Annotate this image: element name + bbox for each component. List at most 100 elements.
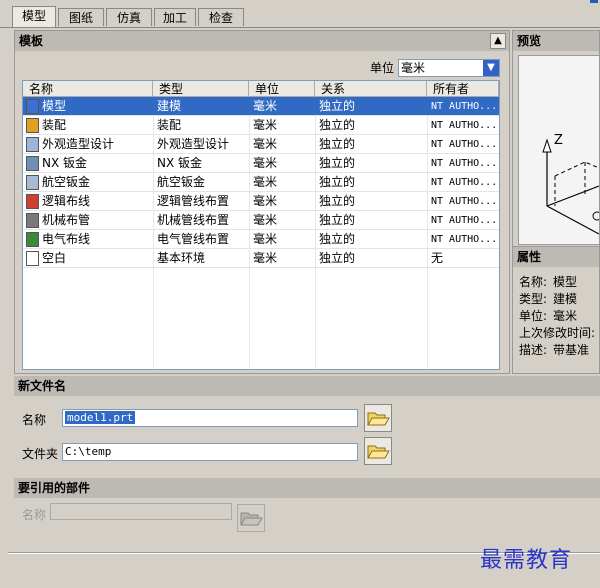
preview-panel-title: 预览 [513, 31, 599, 51]
referenced-part-panel-title: 要引用的部件 [14, 478, 600, 498]
table-cell-name: NX 钣金 [42, 156, 88, 170]
table-cell-type: 逻辑管线布置 [157, 194, 230, 208]
collapse-icon[interactable]: ▲ [490, 33, 506, 49]
table-cell-type: 外观造型设计 [157, 137, 230, 151]
file-name-value: model1.prt [65, 411, 136, 424]
table-cell-type: 建模 [157, 99, 182, 113]
table-cell-name: 外观造型设计 [42, 137, 115, 151]
table-row[interactable]: 模型 建模 毫米 独立的 NT AUTHO... [23, 97, 499, 116]
tab-simulation[interactable]: 仿真 [106, 8, 152, 26]
table-cell-relation: 独立的 [319, 118, 356, 132]
table-cell-name: 装配 [42, 118, 67, 132]
preview-image: Z [518, 55, 600, 245]
table-cell-unit: 毫米 [253, 251, 278, 265]
table-cell-owner: NT AUTHO... [431, 234, 497, 245]
column-header-unit[interactable]: 单位 [249, 81, 315, 97]
units-label: 单位 [370, 61, 395, 75]
mechanical-routing-icon [26, 213, 39, 228]
browse-file-button[interactable] [364, 404, 392, 432]
blank-icon [26, 251, 39, 266]
aero-sheet-metal-icon [26, 175, 39, 190]
table-cell-relation: 独立的 [319, 99, 356, 113]
table-cell-relation: 独立的 [319, 175, 356, 189]
templates-panel-title: 模板 [15, 31, 509, 51]
table-cell-unit: 毫米 [253, 175, 278, 189]
tab-drawing[interactable]: 图纸 [58, 8, 104, 26]
table-row[interactable]: 外观造型设计 外观造型设计 毫米 独立的 NT AUTHO... [23, 135, 499, 154]
units-select[interactable]: 毫米 ▼ [398, 59, 500, 77]
table-row[interactable]: 逻辑布线 逻辑管线布置 毫米 独立的 NT AUTHO... [23, 192, 499, 211]
properties-panel-title: 属性 [513, 247, 599, 267]
property-value: 带基准 [553, 343, 590, 357]
table-cell-relation: 独立的 [319, 213, 356, 227]
browse-folder-button[interactable] [364, 437, 392, 465]
table-cell-name: 电气布线 [42, 232, 91, 246]
table-row[interactable]: 电气布线 电气管线布置 毫米 独立的 NT AUTHO... [23, 230, 499, 249]
table-cell-name: 航空钣金 [42, 175, 91, 189]
shape-studio-icon [26, 137, 39, 152]
table-cell-type: 基本环境 [157, 251, 206, 265]
tab-inspection[interactable]: 检查 [198, 8, 244, 26]
table-row[interactable]: 航空钣金 航空钣金 毫米 独立的 NT AUTHO... [23, 173, 499, 192]
property-label: 名称: [519, 275, 548, 289]
table-cell-owner: NT AUTHO... [431, 101, 497, 112]
property-label: 类型: [519, 292, 548, 306]
model-icon [26, 99, 39, 114]
folder-open-icon [367, 445, 390, 459]
table-cell-owner: NT AUTHO... [431, 177, 497, 188]
table-cell-relation: 独立的 [319, 137, 356, 151]
property-label: 上次修改时间: [519, 326, 596, 340]
property-value: 模型 [553, 275, 578, 289]
new-file-panel-title: 新文件名 [14, 376, 600, 396]
table-cell-unit: 毫米 [253, 156, 278, 170]
folder-value: C:\temp [65, 445, 112, 458]
chevron-down-icon[interactable]: ▼ [483, 60, 499, 76]
table-cell-type: 机械管线布置 [157, 213, 230, 227]
folder-open-icon [240, 512, 263, 526]
referenced-part-name-label: 名称 [22, 508, 47, 522]
table-cell-relation: 独立的 [319, 156, 356, 170]
folder-open-icon [367, 412, 390, 426]
logical-routing-icon [26, 194, 39, 209]
table-cell-owner: 无 [431, 251, 444, 265]
referenced-part-name-input [50, 503, 232, 520]
table-cell-unit: 毫米 [253, 232, 278, 246]
properties-panel: 属性 名称: 模型 类型: 建模 单位: 毫米 上次修改时间: 描述: 带基准 [512, 246, 600, 374]
table-cell-name: 空白 [42, 251, 67, 265]
property-value: 毫米 [553, 309, 578, 323]
table-row[interactable]: 装配 装配 毫米 独立的 NT AUTHO... [23, 116, 499, 135]
tab-model[interactable]: 模型 [12, 6, 56, 28]
folder-label: 文件夹 [22, 447, 59, 461]
table-cell-unit: 毫米 [253, 194, 278, 208]
column-header-type[interactable]: 类型 [153, 81, 249, 97]
table-row[interactable]: 空白 基本环境 毫米 独立的 无 [23, 249, 499, 268]
table-cell-relation: 独立的 [319, 232, 356, 246]
table-row[interactable]: 机械布管 机械管线布置 毫米 独立的 NT AUTHO... [23, 211, 499, 230]
table-cell-name: 逻辑布线 [42, 194, 91, 208]
table-row[interactable]: NX 钣金 NX 钣金 毫米 独立的 NT AUTHO... [23, 154, 499, 173]
table-cell-relation: 独立的 [319, 194, 356, 208]
property-row: 上次修改时间: [519, 324, 600, 341]
property-label: 描述: [519, 343, 548, 357]
table-cell-owner: NT AUTHO... [431, 139, 497, 150]
templates-table: 名称 类型 单位 关系 所有者 模型 建模 毫米 独立的 NT AUTHO... 装配 装配… [22, 80, 500, 370]
table-cell-owner: NT AUTHO... [431, 196, 497, 207]
table-cell-type: 装配 [157, 118, 182, 132]
table-cell-owner: NT AUTHO... [431, 120, 497, 131]
property-row: 类型: 建模 [519, 290, 577, 307]
column-header-name[interactable]: 名称 [23, 81, 153, 97]
browse-referenced-part-button [237, 504, 265, 532]
column-header-owner[interactable]: 所有者 [427, 81, 499, 97]
table-cell-unit: 毫米 [253, 118, 278, 132]
folder-input[interactable]: C:\temp [62, 443, 358, 461]
preview-panel: 预览 Z [512, 30, 600, 248]
window-edge-accent [590, 0, 598, 3]
file-name-input[interactable]: model1.prt [62, 409, 358, 427]
table-cell-owner: NT AUTHO... [431, 215, 497, 226]
table-cell-type: 电气管线布置 [157, 232, 230, 246]
watermark: 最需教育 [480, 548, 573, 573]
column-header-relation[interactable]: 关系 [315, 81, 427, 97]
wcs-preview-icon: Z [542, 133, 600, 235]
table-cell-unit: 毫米 [253, 99, 278, 113]
tab-manufacturing[interactable]: 加工 [154, 8, 196, 26]
